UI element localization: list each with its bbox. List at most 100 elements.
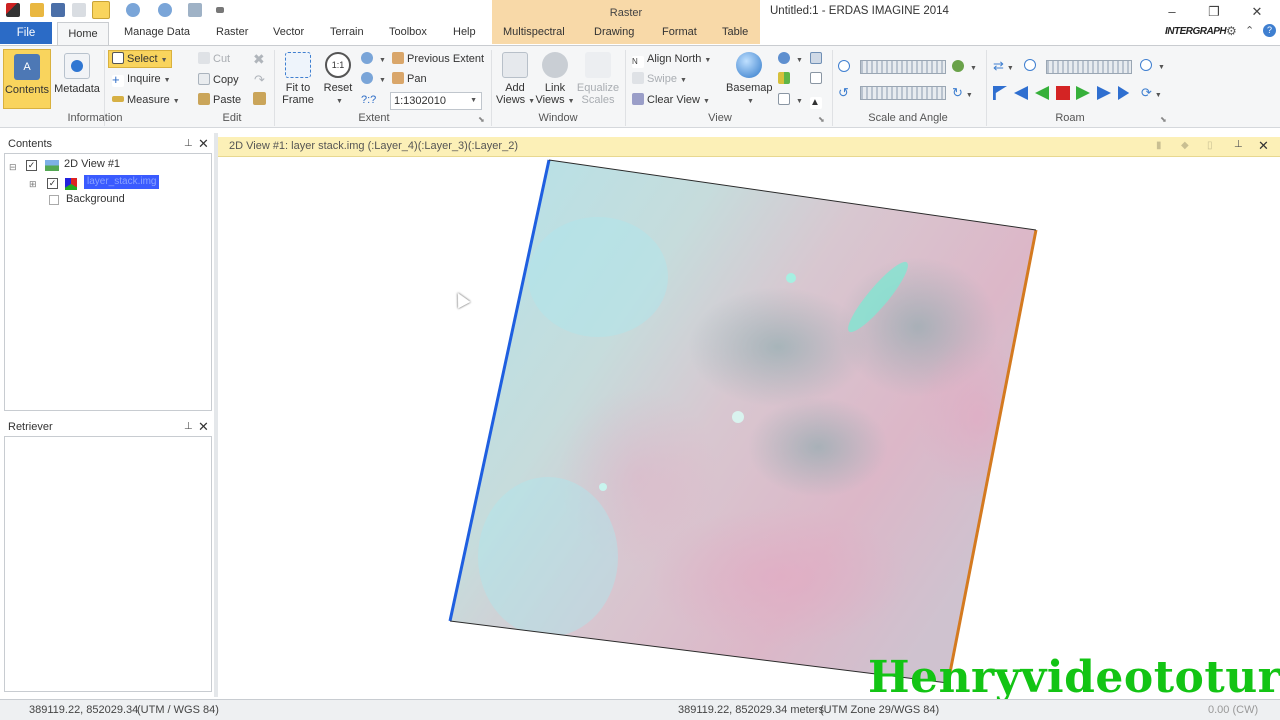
swipe-button[interactable]: Swipe ▼	[632, 71, 687, 87]
measure-button[interactable]: Measure ▼	[112, 92, 180, 108]
viewer-tool-icon[interactable]: ▯	[1207, 140, 1213, 151]
tab-format[interactable]: Format	[662, 26, 697, 38]
tab-terrain[interactable]: Terrain	[330, 26, 364, 38]
layer-checkbox[interactable]: ✓	[47, 178, 58, 189]
roam-speed-slider[interactable]	[1046, 60, 1132, 74]
play-back-icon[interactable]	[1035, 86, 1049, 100]
step-forward-icon[interactable]	[1097, 86, 1111, 100]
cut-button[interactable]: Cut	[198, 51, 230, 67]
tree-item-layer[interactable]: layer_stack.img	[84, 175, 160, 189]
fit-to-frame-button[interactable]: Fit to Frame	[280, 52, 316, 106]
close-viewer-button[interactable]: ✕	[1258, 138, 1269, 154]
tab-multispectral[interactable]: Multispectral	[503, 26, 565, 38]
pin-icon[interactable]: ⊥	[184, 418, 193, 436]
frame-button[interactable]: ▼	[778, 92, 803, 108]
minimize-button[interactable]: –	[1162, 4, 1182, 19]
add-views-button[interactable]: Add Views ▼	[496, 52, 535, 108]
close-retriever-button[interactable]: ✕	[198, 418, 209, 436]
customize-toolbar-icon[interactable]	[216, 7, 224, 13]
raster-image[interactable]	[218, 157, 1280, 694]
undo-icon[interactable]	[72, 3, 86, 17]
roam-target-icon[interactable]	[1024, 58, 1039, 74]
reset-button[interactable]: 1:1 Reset ▼	[321, 52, 355, 108]
tab-table[interactable]: Table	[722, 26, 748, 38]
roam-path-button[interactable]: ⇄ ▼	[993, 58, 1014, 74]
roam-loop-button[interactable]: ⟳ ▼	[1141, 85, 1162, 101]
redo-icon[interactable]: ↷	[254, 72, 265, 88]
tab-drawing[interactable]: Drawing	[594, 26, 634, 38]
settings-icon[interactable]: ⚙	[1226, 24, 1237, 38]
roam-dialog-launcher[interactable]: ⬊	[1160, 112, 1167, 128]
angle-slider[interactable]	[860, 86, 946, 100]
viewer-tool-icon[interactable]: ▮	[1156, 140, 1162, 151]
zoom-in-button[interactable]: ▼	[361, 51, 386, 67]
north-arrow-button[interactable]: ▲	[810, 92, 825, 109]
select-tool-icon[interactable]	[92, 1, 110, 19]
tree-item-background[interactable]: Background	[66, 193, 125, 205]
contents-button[interactable]: A Contents	[3, 49, 51, 109]
first-frame-icon[interactable]	[993, 86, 1007, 100]
roam-options-button[interactable]: ▼	[1140, 58, 1165, 74]
close-contents-button[interactable]: ✕	[198, 135, 209, 153]
view-dialog-launcher[interactable]: ⬊	[818, 112, 825, 128]
metadata-button[interactable]: Metadata	[54, 53, 100, 95]
scale-combobox[interactable]: 1:1302010 ▼	[390, 92, 482, 110]
zoom-tool-button[interactable]: ▼	[778, 51, 803, 67]
viewer-tool-icon[interactable]: ◆	[1181, 140, 1189, 151]
copy-button[interactable]: Copy	[198, 72, 239, 88]
view-properties-button[interactable]	[810, 51, 825, 67]
delete-icon[interactable]: ✖	[253, 51, 265, 67]
status-bar: 389119.22, 852029.34 (UTM / WGS 84) 3891…	[0, 699, 1280, 720]
tab-vector[interactable]: Vector	[273, 26, 304, 38]
tree-collapse-toggle[interactable]: ⊟	[9, 162, 17, 173]
close-window-button[interactable]: ✕	[1247, 4, 1267, 20]
restore-button[interactable]: ❐	[1204, 4, 1224, 20]
align-north-button[interactable]: N Align North ▼	[632, 51, 711, 68]
scale-help[interactable]: ?:?	[361, 92, 376, 108]
window-layout-button[interactable]	[810, 71, 825, 87]
equalize-scales-button[interactable]: Equalize Scales	[576, 52, 620, 106]
zoom-out-button[interactable]: ▼	[361, 71, 386, 87]
collapse-ribbon-icon[interactable]: ⌃	[1245, 24, 1254, 37]
help-icon[interactable]: ?	[1263, 24, 1276, 37]
clear-view-button[interactable]: Clear View ▼	[632, 92, 710, 108]
rotate-icon[interactable]: ↺	[838, 85, 849, 101]
last-frame-icon[interactable]	[1118, 86, 1130, 100]
extent-dialog-launcher[interactable]: ⬊	[478, 112, 485, 128]
tab-manage-data[interactable]: Manage Data	[124, 26, 190, 38]
pan-button[interactable]: Pan	[392, 71, 427, 87]
zoom-in-icon[interactable]	[126, 3, 140, 17]
basemap-button[interactable]: Basemap ▼	[726, 52, 772, 108]
angle-options-button[interactable]: ↻ ▼	[952, 85, 973, 101]
tab-toolbox[interactable]: Toolbox	[389, 26, 427, 38]
erdas-app-icon[interactable]	[6, 3, 20, 17]
pin-icon[interactable]: ⊥	[1234, 139, 1243, 150]
paste-button[interactable]: Paste	[198, 92, 241, 108]
paste-special-icon[interactable]	[253, 92, 269, 108]
separator	[986, 50, 987, 126]
zoom-scale-icon[interactable]	[838, 59, 853, 75]
tab-raster[interactable]: Raster	[216, 26, 248, 38]
save-icon[interactable]	[51, 3, 65, 17]
view-checkbox[interactable]: ✓	[26, 160, 37, 171]
open-folder-icon[interactable]	[30, 3, 44, 17]
stop-icon[interactable]	[1056, 86, 1070, 100]
tab-help[interactable]: Help	[453, 26, 476, 38]
zoom-out-icon[interactable]	[158, 3, 172, 17]
select-button[interactable]: Select ▼	[108, 50, 172, 68]
select-arrow-icon	[112, 52, 124, 64]
scale-slider[interactable]	[860, 60, 946, 74]
link-views-button[interactable]: Link Views ▼	[535, 52, 575, 108]
play-icon[interactable]	[1076, 86, 1090, 100]
fit-to-frame-label-2: Frame	[282, 94, 314, 106]
previous-extent-button[interactable]: Previous Extent	[392, 51, 484, 67]
pin-icon[interactable]: ⊥	[184, 135, 193, 153]
tree-item-view[interactable]: 2D View #1	[64, 158, 120, 170]
inquire-button[interactable]: + Inquire ▼	[112, 71, 171, 87]
scale-options-button[interactable]: ▼	[952, 59, 977, 75]
2d-view-canvas[interactable]	[218, 157, 1280, 694]
raster-attributes-button[interactable]	[778, 71, 793, 87]
step-back-icon[interactable]	[1014, 86, 1028, 100]
pan-tool-icon[interactable]	[188, 3, 202, 17]
tree-expand-toggle[interactable]: ⊞	[29, 179, 37, 190]
